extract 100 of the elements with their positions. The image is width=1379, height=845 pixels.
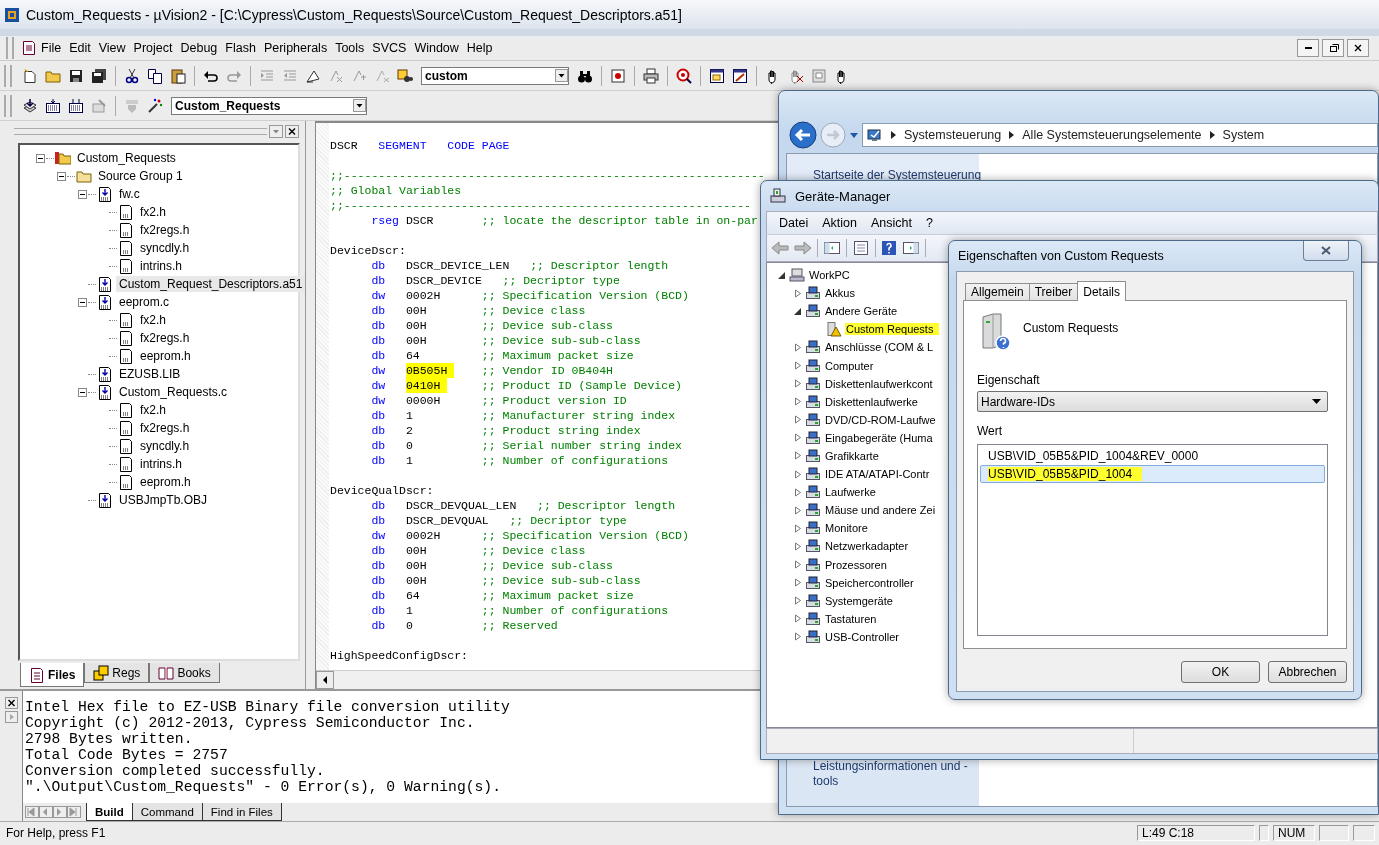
scroll-left-button[interactable] — [316, 671, 334, 689]
save-all-icon[interactable] — [91, 67, 107, 84]
save-icon[interactable] — [68, 67, 84, 84]
tree-item[interactable]: USB-Controller — [824, 630, 900, 643]
tree-item[interactable]: Akkus — [824, 287, 856, 300]
tree-item[interactable]: Laufwerke — [824, 486, 877, 499]
menu-item[interactable]: Datei — [775, 216, 813, 230]
tree-item[interactable]: eeprom.h — [137, 348, 194, 364]
menu-item[interactable]: Debug — [177, 39, 221, 57]
tree-item[interactable]: USBJmpTb.OBJ — [116, 492, 211, 508]
window-icon[interactable] — [709, 67, 725, 84]
wand-icon[interactable] — [147, 97, 163, 114]
expand-arrow[interactable] — [794, 342, 802, 352]
breadcrumb-item[interactable]: Systemsteuerung — [904, 128, 1002, 142]
tree-item[interactable]: fx2regs.h — [137, 330, 193, 346]
tree-item[interactable]: Eingabegeräte (Huma — [824, 431, 934, 444]
tree-item[interactable]: Speichercontroller — [824, 576, 915, 589]
expand-arrow[interactable] — [794, 560, 802, 570]
tree-item[interactable]: syncdly.h — [137, 438, 193, 454]
panel-tab[interactable]: Books — [149, 663, 220, 683]
menu-item[interactable]: SVCS — [369, 39, 410, 57]
tree-item[interactable]: Custom_Request_Descriptors.a51 — [116, 276, 306, 292]
clipboard-icon[interactable] — [170, 67, 186, 84]
back-button[interactable] — [789, 121, 817, 149]
tab[interactable]: Details — [1077, 281, 1126, 301]
tree-item[interactable]: eeprom.h — [137, 474, 194, 490]
panel-tab[interactable]: Files — [20, 663, 85, 687]
tree-item[interactable]: fx2regs.h — [137, 222, 193, 238]
tree-item[interactable]: Custom Requests — [845, 323, 940, 336]
tree-item[interactable]: Andere Geräte — [824, 305, 899, 318]
tree-item[interactable]: intrins.h — [137, 258, 186, 274]
menu-item[interactable]: ? — [921, 216, 937, 230]
tree-item[interactable]: fx2.h — [137, 402, 169, 418]
tree-item[interactable]: Monitore — [824, 522, 869, 535]
tree-item[interactable]: Computer — [824, 359, 875, 372]
tree-item[interactable]: Mäuse und andere Zei — [824, 504, 937, 517]
dialog-button[interactable]: Abbrechen — [1268, 661, 1347, 683]
properties-icon[interactable] — [852, 240, 870, 256]
tree-item[interactable]: Diskettenlaufwerkcont — [824, 377, 934, 390]
scissors-icon[interactable] — [124, 67, 140, 84]
panel-icon[interactable] — [902, 240, 920, 256]
menu-item[interactable]: Help — [463, 39, 496, 57]
menu-item[interactable]: Flash — [222, 39, 259, 57]
tab[interactable]: Treiber — [1028, 283, 1079, 300]
tree-item[interactable]: Grafikkarte — [824, 450, 880, 462]
window-icon[interactable] — [732, 67, 748, 84]
tree-item[interactable]: Prozessoren — [824, 558, 888, 571]
tree-item[interactable]: Custom_Requests — [74, 150, 179, 166]
build-icon[interactable] — [45, 97, 61, 114]
list-item[interactable]: USB\VID_05B5&PID_1004&REV_0000 — [980, 447, 1325, 465]
menu-item[interactable]: Ansicht — [866, 216, 916, 230]
tree-item[interactable]: Systemgeräte — [824, 594, 894, 607]
menu-item[interactable]: Tools — [332, 39, 368, 57]
expand-arrow[interactable] — [794, 288, 802, 298]
menu-item[interactable]: Window — [411, 39, 462, 57]
tree-item[interactable]: Source Group 1 — [95, 168, 186, 184]
rebuild-icon[interactable] — [68, 97, 84, 114]
collapse-toggle[interactable] — [78, 297, 87, 307]
expand-arrow[interactable] — [794, 596, 802, 606]
expand-arrow[interactable] — [794, 415, 802, 425]
help-icon[interactable] — [881, 240, 897, 256]
new-file-icon[interactable] — [22, 67, 38, 84]
expand-arrow[interactable] — [794, 578, 802, 588]
copy-icon[interactable] — [147, 67, 163, 84]
target-combo[interactable]: Custom_Requests — [171, 96, 367, 115]
stack-download-icon[interactable] — [22, 97, 38, 114]
address-bar[interactable]: Systemsteuerung Alle Systemsteuerungselemente System — [862, 123, 1378, 147]
expand-arrow[interactable] — [794, 487, 802, 497]
tree-item[interactable]: Tastaturen — [824, 612, 878, 625]
tree-item[interactable]: fx2regs.h — [137, 420, 193, 436]
find-combo[interactable]: custom — [421, 66, 569, 85]
tree-item[interactable]: IDE ATA/ATAPI-Contr — [824, 468, 931, 481]
printer-icon[interactable] — [643, 67, 659, 84]
dialog-button[interactable]: OK — [1181, 661, 1260, 683]
tree-item[interactable]: Diskettenlaufwerke — [824, 395, 919, 408]
menu-item[interactable]: Peripherals — [260, 39, 331, 57]
menu-item[interactable]: Project — [130, 39, 176, 57]
forward-icon[interactable] — [794, 240, 812, 256]
expand-arrow[interactable] — [794, 451, 802, 461]
collapse-arrow[interactable] — [778, 270, 786, 280]
tree-item[interactable]: fx2.h — [137, 204, 169, 220]
tree-item[interactable]: eeprom.c — [116, 294, 173, 310]
tree-item[interactable]: Anschlüsse (COM & L — [824, 341, 935, 354]
collapse-arrow[interactable] — [794, 306, 802, 316]
back-icon[interactable] — [771, 240, 789, 256]
expand-arrow[interactable] — [794, 541, 802, 551]
expand-arrow[interactable] — [794, 379, 802, 389]
expand-arrow[interactable] — [794, 397, 802, 407]
tree-item[interactable]: WorkPC — [808, 269, 851, 282]
panel-icon[interactable] — [823, 240, 841, 256]
menu-item[interactable]: File — [38, 39, 65, 57]
collapse-toggle[interactable] — [78, 387, 87, 397]
close-icon[interactable] — [4, 697, 18, 709]
tree-item[interactable]: intrins.h — [137, 456, 186, 472]
list-item[interactable]: USB\VID_05B5&PID_1004 — [980, 465, 1325, 483]
minimize-button[interactable] — [1297, 39, 1319, 57]
find-in-files-icon[interactable] — [397, 67, 413, 84]
property-dropdown[interactable]: Hardware-IDs — [977, 391, 1328, 412]
breadcrumb-item[interactable]: Alle Systemsteuerungselemente — [1022, 128, 1202, 142]
tree-item[interactable]: Custom_Requests.c — [116, 384, 231, 400]
